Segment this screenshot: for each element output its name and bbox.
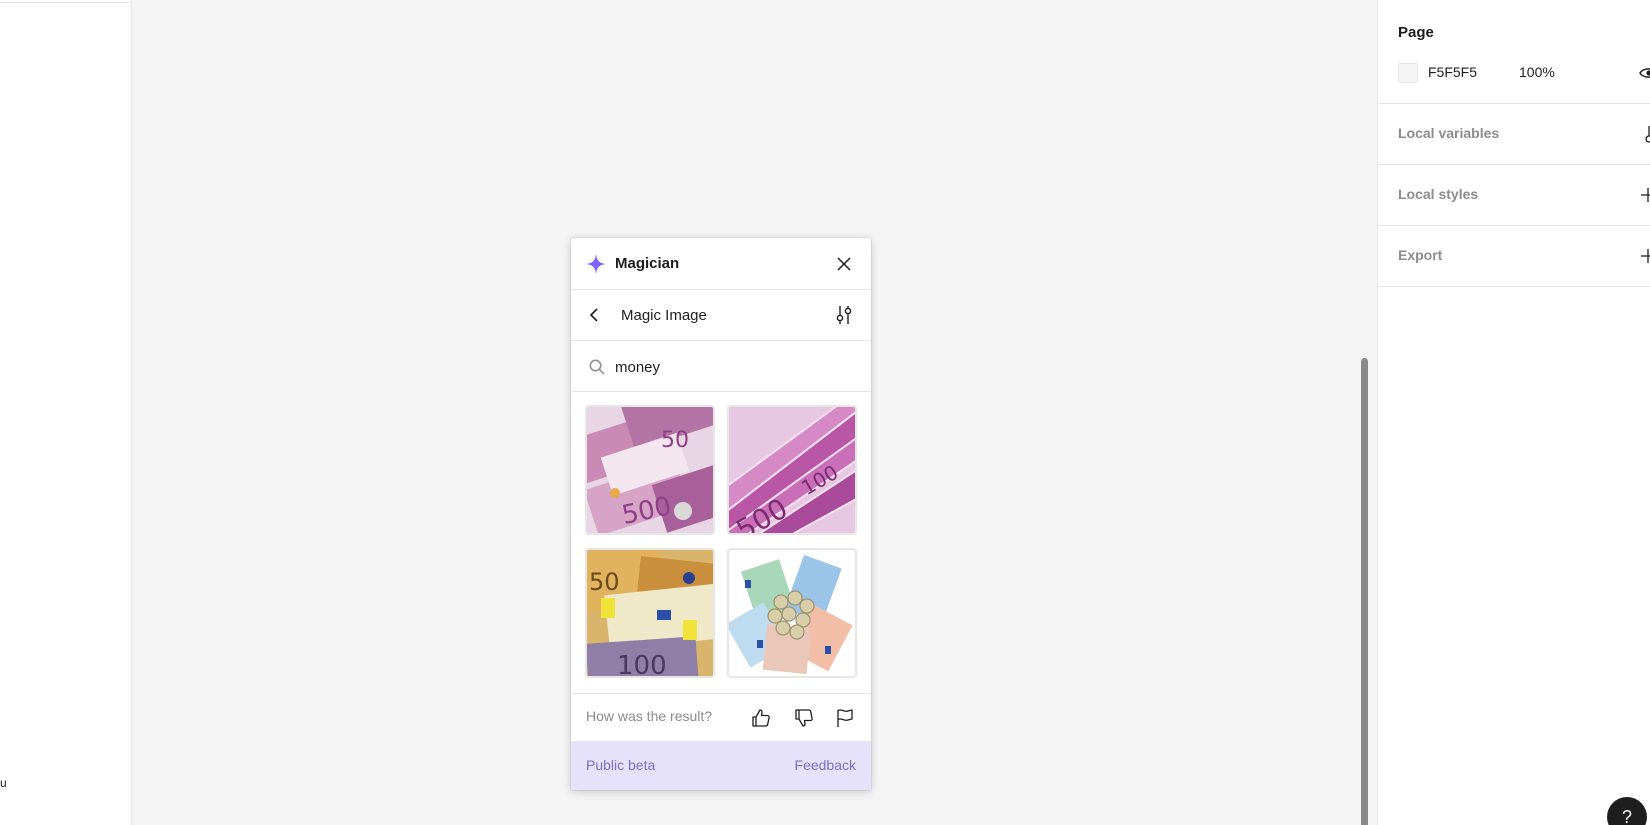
local-variables-label: Local variables bbox=[1398, 125, 1500, 141]
back-icon[interactable] bbox=[585, 305, 605, 325]
properties-panel: Page F5F5F5 100% Local variables Local s… bbox=[1377, 0, 1650, 825]
thumbs-down-icon[interactable] bbox=[793, 707, 815, 729]
search-icon bbox=[589, 359, 605, 375]
thumbs-up-icon[interactable] bbox=[750, 707, 772, 729]
search-input[interactable] bbox=[615, 355, 855, 379]
page-color-opacity[interactable]: 100% bbox=[1519, 64, 1555, 80]
result-feedback-bar: How was the result? bbox=[571, 693, 871, 741]
canvas-vertical-scrollbar[interactable] bbox=[1361, 358, 1368, 825]
export-label: Export bbox=[1398, 247, 1443, 263]
local-styles-label: Local styles bbox=[1398, 186, 1479, 202]
50-100-euro-notes-image: 50 100 bbox=[587, 550, 713, 676]
result-image-3[interactable]: 50 100 bbox=[585, 548, 715, 678]
sparkle-icon bbox=[586, 254, 606, 274]
result-image-1[interactable]: 500 50 bbox=[585, 405, 715, 535]
local-styles-section[interactable]: Local styles bbox=[1378, 165, 1650, 226]
magic-image-header: Magic Image bbox=[571, 290, 871, 341]
image-results-grid: 500 50 500 100 50 100 bbox=[585, 405, 859, 678]
layers-panel-divider bbox=[0, 0, 132, 3]
500-euro-notes-image: 500 50 bbox=[587, 407, 713, 533]
page-color-hex[interactable]: F5F5F5 bbox=[1428, 64, 1477, 80]
settings-sliders-icon[interactable] bbox=[834, 304, 854, 326]
layers-panel: u bbox=[0, 0, 132, 825]
feedback-link[interactable]: Feedback bbox=[795, 757, 856, 773]
page-section: Page F5F5F5 100% bbox=[1378, 0, 1650, 104]
result-image-2[interactable]: 500 100 bbox=[727, 405, 857, 535]
svg-text:50: 50 bbox=[661, 428, 689, 453]
result-image-4[interactable] bbox=[727, 548, 857, 678]
eye-icon[interactable] bbox=[1639, 64, 1650, 82]
local-variables-section[interactable]: Local variables bbox=[1378, 104, 1650, 165]
page-color-swatch[interactable] bbox=[1398, 63, 1418, 83]
svg-text:50: 50 bbox=[589, 568, 620, 596]
magician-header: Magician bbox=[571, 238, 871, 290]
feedback-question: How was the result? bbox=[586, 708, 713, 724]
public-beta-label: Public beta bbox=[586, 757, 656, 773]
magician-panel: Magician Magic Image money 500 50 500 10… bbox=[571, 238, 871, 790]
magician-footer: Public beta Feedback bbox=[571, 741, 871, 790]
euro-notes-and-coins-image bbox=[729, 550, 855, 676]
magic-image-title: Magic Image bbox=[621, 307, 707, 324]
magician-title: Magician bbox=[615, 255, 680, 272]
fanned-500-euro-notes-image: 500 100 bbox=[729, 407, 855, 533]
export-section[interactable]: Export bbox=[1378, 226, 1650, 287]
plus-icon[interactable] bbox=[1638, 185, 1650, 205]
svg-text:100: 100 bbox=[617, 651, 667, 676]
page-section-title: Page bbox=[1398, 24, 1434, 41]
plus-icon[interactable] bbox=[1638, 246, 1650, 266]
layers-panel-text: u bbox=[0, 776, 7, 790]
variables-icon[interactable] bbox=[1638, 124, 1650, 144]
close-icon[interactable] bbox=[834, 254, 854, 274]
search-bar bbox=[571, 341, 871, 392]
flag-icon[interactable] bbox=[834, 707, 856, 729]
